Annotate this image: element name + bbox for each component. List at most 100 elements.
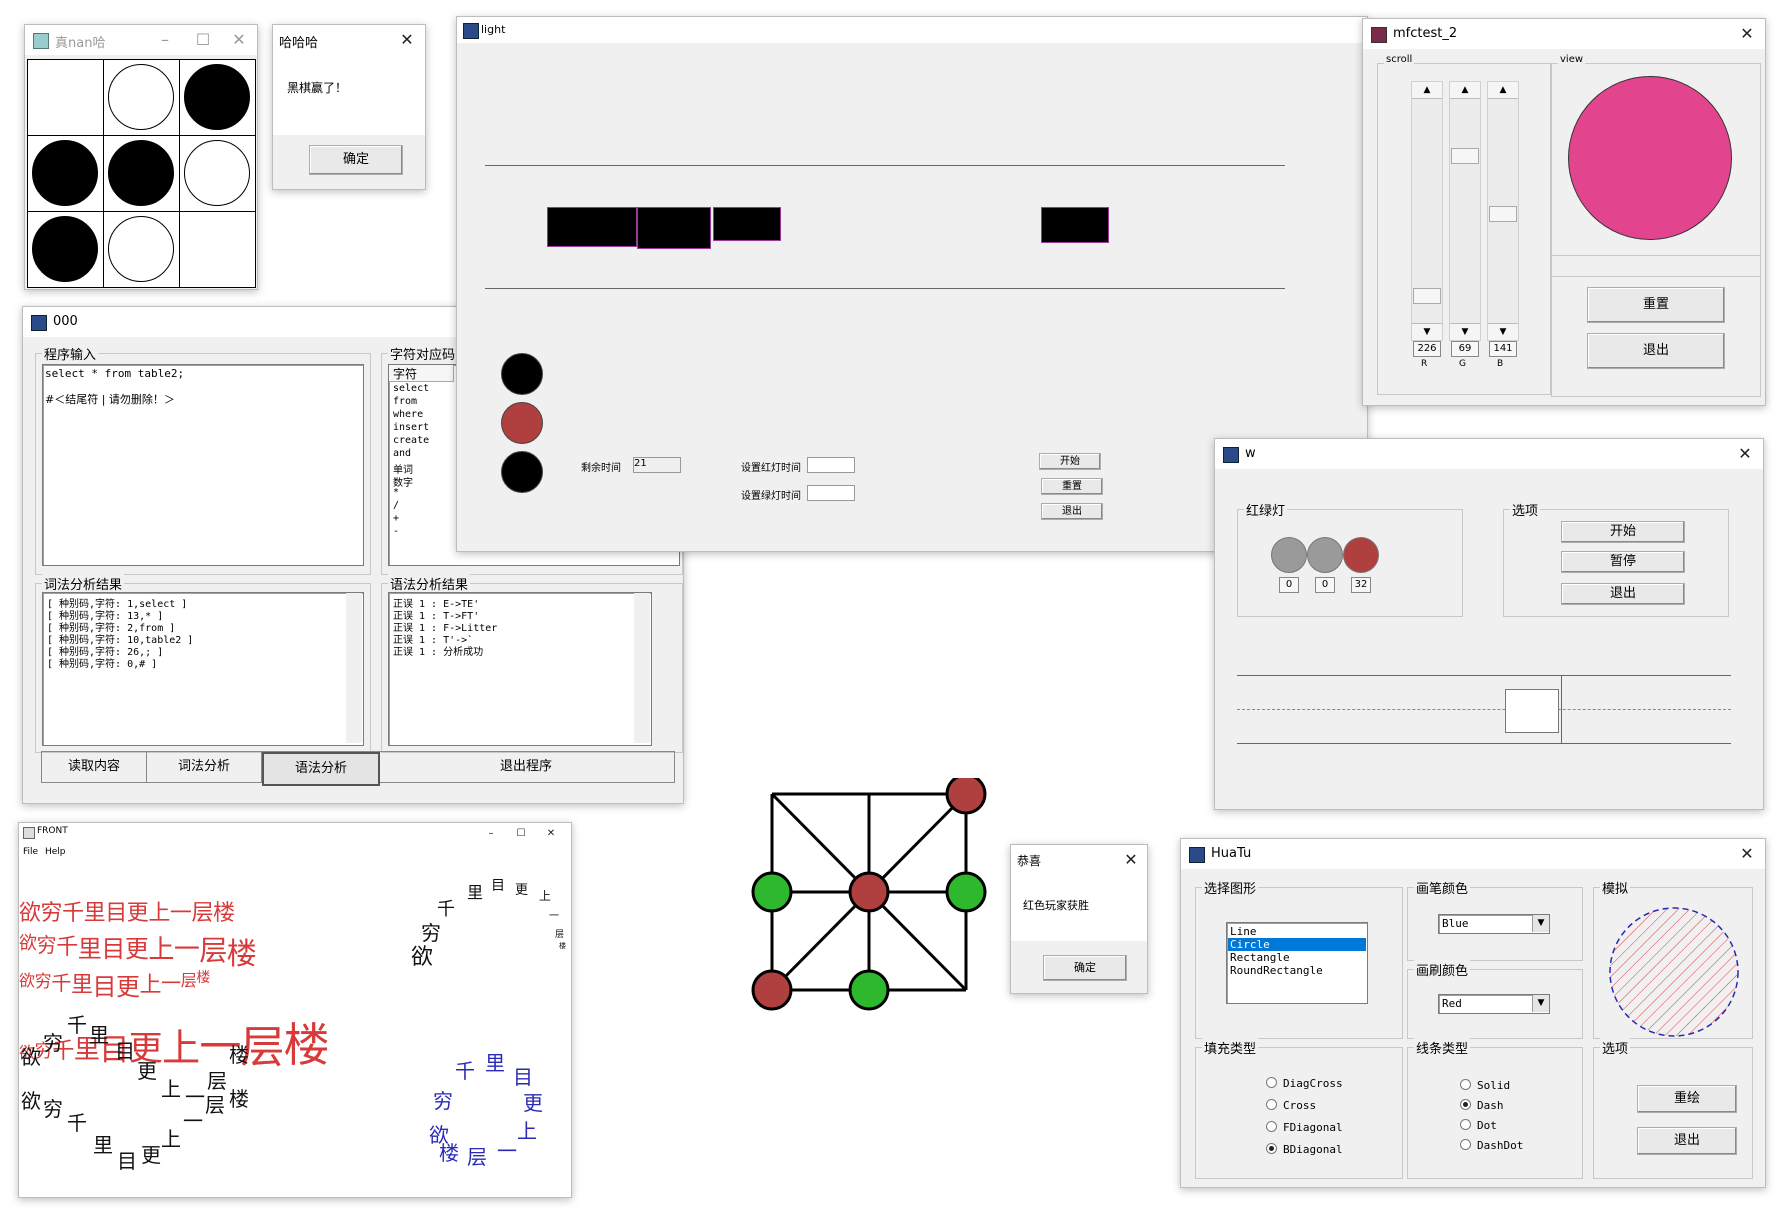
chevron-up-icon[interactable]: ▲	[1488, 82, 1518, 99]
read-button[interactable]: 读取内容	[42, 752, 147, 782]
white-piece	[108, 64, 174, 130]
board-cell[interactable]	[180, 212, 256, 288]
chevron-down-icon[interactable]: ▼	[1532, 995, 1549, 1012]
radio-option[interactable]: Solid	[1460, 1078, 1510, 1092]
opt-group-label: 选项	[1600, 1038, 1631, 1057]
radio-option[interactable]: DashDot	[1460, 1138, 1523, 1152]
radio-icon[interactable]	[1266, 1121, 1277, 1132]
color-scrollbar[interactable]: ▲ ▼	[1487, 81, 1519, 341]
radio-icon[interactable]	[1460, 1139, 1471, 1150]
radio-option[interactable]: Cross	[1266, 1098, 1316, 1112]
radio-option[interactable]: Dash	[1460, 1098, 1504, 1112]
syn-result[interactable]: 正误 1 : E->TE' 正误 1 : T->FT' 正误 1 : F->Litt…	[388, 592, 652, 746]
board-cell[interactable]	[180, 136, 256, 212]
color-scrollbar[interactable]: ▲ ▼	[1449, 81, 1481, 341]
shape-list[interactable]: Line Circle Rectangle RoundRectangle	[1226, 922, 1368, 1004]
color-value-box[interactable]: 69	[1451, 341, 1479, 357]
radio-option[interactable]: Dot	[1460, 1118, 1497, 1132]
green-piece[interactable]	[848, 969, 890, 1011]
red-piece[interactable]	[945, 778, 987, 815]
red-time-input[interactable]	[807, 457, 855, 473]
close-icon[interactable]: ✕	[1735, 843, 1759, 865]
color-value-box[interactable]: 141	[1489, 341, 1517, 357]
red-piece[interactable]	[751, 969, 793, 1011]
exit-button[interactable]: 退出	[1637, 1127, 1737, 1155]
board-cell[interactable]	[104, 60, 180, 136]
start-button[interactable]: 开始	[1039, 453, 1101, 470]
chevron-down-icon[interactable]: ▼	[1488, 323, 1518, 340]
radio-icon[interactable]	[1460, 1099, 1471, 1110]
green-time-input[interactable]	[807, 485, 855, 501]
chevron-down-icon[interactable]: ▼	[1450, 323, 1480, 340]
board-cell[interactable]	[28, 136, 104, 212]
radio-option[interactable]: BDiagonal	[1266, 1142, 1343, 1156]
brush-select[interactable]: Red ▼	[1438, 994, 1550, 1014]
shape-list-item[interactable]: RoundRectangle	[1228, 964, 1366, 977]
lex-button[interactable]: 词法分析	[147, 752, 262, 782]
countdown-value[interactable]: 0	[1279, 577, 1299, 593]
exit-button[interactable]: 退出	[1041, 503, 1103, 520]
color-scrollbar[interactable]: ▲ ▼	[1411, 81, 1443, 341]
menu-file[interactable]: File	[23, 847, 38, 857]
radio-option[interactable]: DiagCross	[1266, 1076, 1343, 1090]
lex-result[interactable]: [ 种别码,字符: 1,select ][ 种别码,字符: 13,* ][ 种别…	[42, 592, 364, 746]
exit-button[interactable]: 退出程序	[378, 752, 674, 782]
radio-icon[interactable]	[1460, 1119, 1471, 1130]
chevron-down-icon[interactable]: ▼	[1532, 915, 1549, 932]
ok-button[interactable]: 确定	[309, 145, 403, 175]
lex-scrollbar[interactable]	[346, 593, 362, 743]
poem-char: 上	[148, 901, 171, 926]
countdown-value[interactable]: 0	[1315, 577, 1335, 593]
red-piece[interactable]	[848, 871, 890, 913]
shape-list-item[interactable]: Circle	[1228, 938, 1366, 951]
exit-button[interactable]: 退出	[1587, 333, 1725, 369]
menu-help[interactable]: Help	[45, 847, 66, 857]
syn-button[interactable]: 语法分析	[262, 752, 380, 786]
input-line: select * from table2;	[45, 367, 185, 380]
radio-icon[interactable]	[1266, 1099, 1277, 1110]
radio-icon[interactable]	[1266, 1077, 1277, 1088]
program-input[interactable]: select * from table2; #＜结尾符 | 请勿删除！＞	[42, 364, 364, 566]
ok-button[interactable]: 确定	[1043, 955, 1127, 981]
redraw-button[interactable]: 重绘	[1637, 1085, 1737, 1113]
board-cell[interactable]	[28, 212, 104, 288]
title-bar: FRONT – ☐ ✕	[19, 823, 571, 843]
pen-select[interactable]: Blue ▼	[1438, 914, 1550, 934]
green-piece[interactable]	[751, 871, 793, 913]
exit-button[interactable]: 退出	[1561, 583, 1685, 605]
chevron-down-icon[interactable]: ▼	[1412, 323, 1442, 340]
radio-icon[interactable]	[1266, 1143, 1277, 1154]
remaining-input[interactable]: 21	[633, 457, 681, 473]
close-icon[interactable]: ✕	[1733, 443, 1757, 465]
shape-list-item[interactable]: Line	[1228, 925, 1366, 938]
scroll-thumb[interactable]	[1489, 206, 1517, 222]
countdown-value[interactable]: 32	[1351, 577, 1371, 593]
close-icon[interactable]: ✕	[1119, 849, 1143, 871]
close-icon[interactable]: ✕	[539, 823, 563, 845]
shape-list-item[interactable]: Rectangle	[1228, 951, 1366, 964]
reset-button[interactable]: 重置	[1587, 287, 1725, 323]
syn-scrollbar[interactable]	[634, 593, 650, 743]
green-piece[interactable]	[945, 871, 987, 913]
pause-button[interactable]: 暂停	[1561, 551, 1685, 573]
radio-icon[interactable]	[1460, 1079, 1471, 1090]
radio-option[interactable]: FDiagonal	[1266, 1120, 1343, 1134]
close-icon[interactable]: ✕	[227, 29, 251, 51]
close-icon[interactable]: ✕	[1735, 23, 1759, 45]
maximize-icon[interactable]: ☐	[509, 823, 533, 845]
scroll-thumb[interactable]	[1451, 148, 1479, 164]
color-value-box[interactable]: 226	[1413, 341, 1441, 357]
board-cell[interactable]	[104, 136, 180, 212]
board-cell[interactable]	[104, 212, 180, 288]
start-button[interactable]: 开始	[1561, 521, 1685, 543]
board-cell[interactable]	[180, 60, 256, 136]
reset-button[interactable]: 重置	[1041, 478, 1103, 495]
close-icon[interactable]: ✕	[395, 29, 419, 51]
chevron-up-icon[interactable]: ▲	[1412, 82, 1442, 99]
minimize-icon[interactable]: –	[153, 29, 177, 51]
scroll-thumb[interactable]	[1413, 288, 1441, 304]
chevron-up-icon[interactable]: ▲	[1450, 82, 1480, 99]
board-cell[interactable]	[28, 60, 104, 136]
maximize-icon[interactable]: ☐	[191, 29, 215, 51]
minimize-icon[interactable]: –	[479, 823, 503, 845]
